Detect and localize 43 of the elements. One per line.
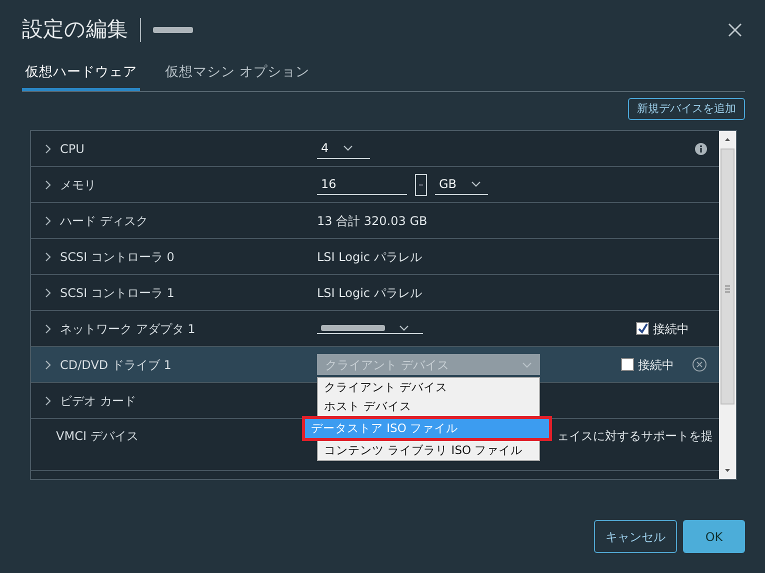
row-label: ネットワーク アダプタ 1 <box>60 320 196 338</box>
chevron-icon[interactable] <box>44 252 52 262</box>
row-label: CD/DVD ドライブ 1 <box>60 356 172 374</box>
cancel-button[interactable]: キャンセル <box>594 520 677 553</box>
row-label: メモリ <box>60 176 96 194</box>
row-label: VMCI デバイス <box>56 428 138 446</box>
chevron-icon[interactable] <box>44 180 52 190</box>
row-value: LSI Logic パラレル <box>317 284 422 302</box>
redacted-text <box>321 324 385 332</box>
caret-icon <box>470 181 481 188</box>
unit-select[interactable]: GB <box>435 174 488 196</box>
checkbox-label: 接続中 <box>638 356 674 374</box>
chevron-icon[interactable] <box>44 144 52 154</box>
description-text: ェイスに対するサポートを提 <box>557 428 713 446</box>
checkbox-label: 接続中 <box>653 320 689 338</box>
scrollbar[interactable] <box>719 131 736 480</box>
tab[interactable]: 仮想ハードウェア <box>22 58 140 91</box>
dialog-title: 設定の編集 <box>22 16 128 43</box>
tab[interactable]: 仮想マシン オプション <box>162 58 312 91</box>
caret-icon <box>522 362 532 368</box>
chevron-icon[interactable] <box>44 324 52 334</box>
row-value: LSI Logic パラレル <box>317 248 422 266</box>
close-icon[interactable] <box>728 22 742 37</box>
network-select[interactable] <box>317 323 423 334</box>
row-label: SCSI コントローラ 0 <box>60 248 174 266</box>
ok-button[interactable]: OK <box>683 520 745 553</box>
row-label: ビデオ カード <box>60 392 136 410</box>
cpu-select[interactable]: 4 <box>317 138 370 160</box>
chevron-icon[interactable] <box>44 288 52 298</box>
info-icon[interactable] <box>695 142 707 155</box>
row-label: ハード ディスク <box>60 212 148 230</box>
checkbox[interactable] <box>636 322 649 336</box>
caret-icon <box>342 145 353 152</box>
chevron-icon[interactable] <box>44 216 52 226</box>
add-device-button[interactable]: 新規デバイスを追加 <box>628 98 745 120</box>
row-label: CPU <box>60 140 84 158</box>
spinner-icon[interactable] <box>415 174 427 196</box>
caret-icon <box>399 325 409 332</box>
redacted-text <box>153 24 193 35</box>
memory-field[interactable]: 16 <box>317 174 407 196</box>
row-label: SCSI コントローラ 1 <box>60 284 174 302</box>
row-value: 13 合計 320.03 GB <box>317 212 428 230</box>
chevron-icon[interactable] <box>44 396 52 406</box>
